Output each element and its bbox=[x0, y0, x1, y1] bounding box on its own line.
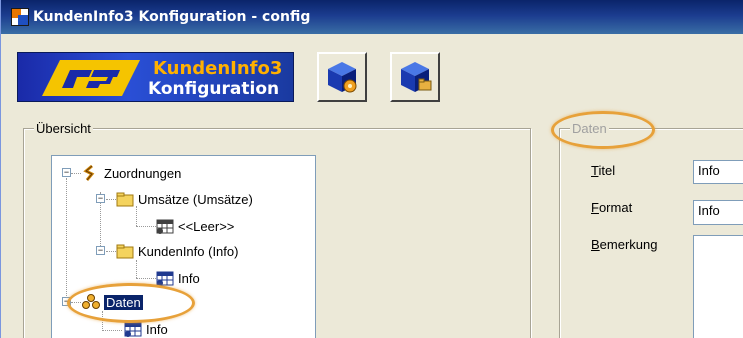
highlight-annotation bbox=[67, 283, 195, 323]
tree-item-label: Info bbox=[146, 321, 168, 337]
titel-field[interactable]: Info bbox=[693, 160, 743, 184]
app-icon bbox=[11, 8, 29, 26]
expander-kundeninfo[interactable]: − bbox=[96, 246, 105, 255]
window-title: KundenInfo3 Konfiguration - config bbox=[33, 9, 311, 25]
format-label: Format bbox=[591, 200, 633, 215]
grid-icon bbox=[156, 219, 174, 234]
folder-cube-icon bbox=[401, 62, 432, 92]
titel-label: Titel bbox=[591, 163, 616, 178]
tree-item-label: Umsätze (Umsätze) bbox=[138, 191, 253, 207]
grid-icon bbox=[156, 271, 174, 286]
format-field[interactable]: Info bbox=[693, 200, 743, 225]
rs-logo-icon bbox=[42, 60, 140, 96]
banner-line1: KundenInfo3 bbox=[153, 58, 283, 79]
grid-icon bbox=[124, 322, 142, 337]
tree-item-label: KundenInfo (Info) bbox=[138, 243, 239, 259]
tree-item-umsaetze[interactable]: Umsätze (Umsätze) bbox=[116, 189, 253, 209]
tree-item-leer[interactable]: <<Leer>> bbox=[156, 216, 234, 236]
tree-item-label: <<Leer>> bbox=[178, 218, 235, 234]
bemerkung-label: Bemerkung bbox=[591, 237, 658, 252]
assignments-icon bbox=[83, 165, 95, 181]
bemerkung-field[interactable] bbox=[693, 235, 743, 338]
tree-item-zuordnungen[interactable]: Zuordnungen bbox=[82, 163, 181, 183]
settings-button[interactable] bbox=[317, 52, 367, 102]
open-folder-button[interactable] bbox=[390, 52, 440, 102]
tree-item-kundeninfo[interactable]: KundenInfo (Info) bbox=[116, 241, 238, 261]
expander-zuordnungen[interactable]: − bbox=[62, 168, 71, 177]
title-bar[interactable]: KundenInfo3 Konfiguration - config bbox=[1, 0, 743, 34]
app-window: KundenInfo3 Konfiguration - config Kunde… bbox=[0, 0, 743, 338]
product-banner: KundenInfo3 Konfiguration bbox=[17, 52, 294, 102]
folder-icon bbox=[116, 244, 134, 259]
settings-cube-icon bbox=[328, 62, 357, 93]
banner-line2: Konfiguration bbox=[148, 79, 280, 99]
overview-title: Übersicht bbox=[34, 121, 93, 136]
folder-icon bbox=[116, 192, 134, 207]
tree-item-label: Info bbox=[178, 270, 200, 286]
highlight-annotation bbox=[551, 111, 655, 149]
expander-umsaetze[interactable]: − bbox=[96, 194, 105, 203]
tree-item-label: Zuordnungen bbox=[104, 165, 182, 181]
